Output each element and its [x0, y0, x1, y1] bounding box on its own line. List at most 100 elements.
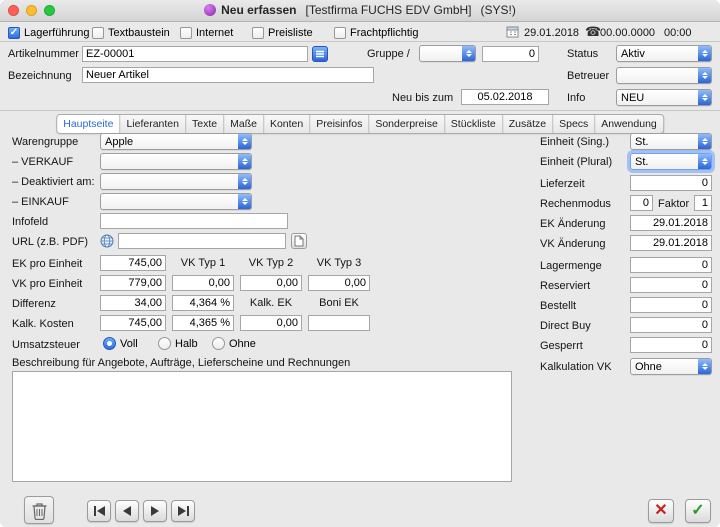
vk-typ1-header: VK Typ 1: [172, 257, 234, 270]
lieferzeit-input[interactable]: [630, 175, 712, 191]
beschreibung-textarea[interactable]: [12, 371, 512, 482]
green-check-icon: ✓: [691, 503, 704, 519]
umsatzsteuer-label: Umsatzsteuer: [12, 339, 80, 352]
radio-circle[interactable]: [103, 337, 116, 350]
radio-label: Voll: [120, 338, 138, 350]
vk-typ2-input[interactable]: [240, 275, 302, 291]
next-icon: [151, 506, 159, 516]
kalk-kosten-percent-input[interactable]: [172, 315, 234, 331]
einheit-plural-value: St.: [635, 156, 696, 168]
tab-specs[interactable]: Specs: [552, 115, 594, 133]
status-select[interactable]: Aktiv: [616, 45, 712, 62]
document-icon: [294, 235, 304, 247]
vk-pro-einheit-input[interactable]: [100, 275, 166, 291]
checkbox-box[interactable]: ✓: [180, 27, 192, 39]
tab-preisinfos[interactable]: Preisinfos: [309, 115, 368, 133]
ek-aenderung-input[interactable]: [630, 215, 712, 231]
artikelnummer-input[interactable]: [82, 46, 308, 62]
titlebar: Neu erfassen[Testfirma FUCHS EDV GmbH](S…: [0, 0, 720, 22]
neu-bis-zum-input[interactable]: [461, 89, 549, 105]
nav-last-button[interactable]: [171, 500, 195, 522]
info-select[interactable]: NEU: [616, 89, 712, 106]
confirm-button[interactable]: ✓: [685, 499, 711, 523]
checkbox-internet[interactable]: ✓ Internet: [180, 26, 233, 40]
vk-typ1-input[interactable]: [172, 275, 234, 291]
kalk-kosten-input[interactable]: [100, 315, 166, 331]
nav-next-button[interactable]: [143, 500, 167, 522]
gesperrt-label: Gesperrt: [540, 340, 583, 353]
radio-voll[interactable]: Voll: [103, 337, 138, 350]
vk-pro-einheit-label: VK pro Einheit: [12, 278, 82, 291]
differenz-input[interactable]: [100, 295, 166, 311]
warengruppe-select[interactable]: Apple: [100, 133, 252, 150]
warengruppe-label: Warengruppe: [12, 136, 78, 149]
window-sys-tag: (SYS!): [481, 3, 516, 17]
artikelnummer-label: Artikelnummer: [8, 48, 79, 61]
faktor-label: Faktor: [658, 198, 689, 211]
vk-aenderung-input[interactable]: [630, 235, 712, 251]
differenz-percent-input[interactable]: [172, 295, 234, 311]
skip-first-icon: [94, 506, 96, 516]
cancel-button[interactable]: ✕: [648, 499, 674, 523]
radio-halb[interactable]: Halb: [158, 337, 198, 350]
artikel-lookup-button[interactable]: [312, 46, 328, 62]
checkbox-box[interactable]: ✓: [92, 27, 104, 39]
checkbox-preisliste[interactable]: ✓ Preisliste: [252, 26, 313, 40]
kalkulation-vk-select[interactable]: Ohne: [630, 358, 712, 375]
tab-sonderpreise[interactable]: Sonderpreise: [368, 115, 443, 133]
direct-buy-label: Direct Buy: [540, 320, 591, 333]
gruppe-select[interactable]: [419, 45, 476, 62]
einkauf-select[interactable]: [100, 193, 252, 210]
kalk-ek-input[interactable]: [240, 315, 302, 331]
reserviert-input[interactable]: [630, 277, 712, 293]
bestellt-label: Bestellt: [540, 300, 576, 313]
direct-buy-input[interactable]: [630, 317, 712, 333]
tab-stueckliste[interactable]: Stückliste: [444, 115, 502, 133]
gesperrt-input[interactable]: [630, 337, 712, 353]
kalkulation-vk-label: Kalkulation VK: [540, 361, 612, 374]
faktor-input[interactable]: [694, 195, 712, 211]
tab-zusaetze[interactable]: Zusätze: [502, 115, 552, 133]
bestellt-input[interactable]: [630, 297, 712, 313]
checkbox-lagerfuehrung[interactable]: ✓ Lagerführung: [8, 26, 89, 40]
vk-typ3-input[interactable]: [308, 275, 370, 291]
boni-ek-header: Boni EK: [308, 297, 370, 310]
lagermenge-input[interactable]: [630, 257, 712, 273]
einheit-plural-select[interactable]: St.: [630, 153, 712, 170]
tab-texte[interactable]: Texte: [185, 115, 223, 133]
checkbox-box[interactable]: ✓: [252, 27, 264, 39]
verkauf-select[interactable]: [100, 153, 252, 170]
betreuer-label: Betreuer: [567, 70, 609, 83]
nav-first-button[interactable]: [87, 500, 111, 522]
checkbox-frachtpflichtig[interactable]: ✓ Frachtpflichtig: [334, 26, 418, 40]
rechenmodus-input[interactable]: [630, 195, 653, 211]
einheit-sing-select[interactable]: St.: [630, 133, 712, 150]
betreuer-select[interactable]: [616, 67, 712, 84]
ek-pro-einheit-input[interactable]: [100, 255, 166, 271]
vk-aenderung-label: VK Änderung: [540, 238, 605, 251]
url-open-button[interactable]: [291, 233, 307, 249]
checkbox-box[interactable]: ✓: [8, 27, 20, 39]
tab-lieferanten[interactable]: Lieferanten: [119, 115, 185, 133]
checkbox-box[interactable]: ✓: [334, 27, 346, 39]
gruppe-count-input[interactable]: [482, 46, 539, 62]
chevron-updown-icon: [462, 46, 475, 61]
checkbox-textbaustein[interactable]: ✓ Textbaustein: [92, 26, 170, 40]
radio-circle[interactable]: [158, 337, 171, 350]
warengruppe-value: Apple: [105, 136, 236, 148]
radio-ohne[interactable]: Ohne: [212, 337, 256, 350]
tab-anwendung[interactable]: Anwendung: [594, 115, 662, 133]
radio-circle[interactable]: [212, 337, 225, 350]
tab-hauptseite[interactable]: Hauptseite: [57, 115, 119, 133]
tab-masse[interactable]: Maße: [223, 115, 263, 133]
url-input[interactable]: [118, 233, 286, 249]
info-value: NEU: [621, 92, 696, 104]
delete-record-button[interactable]: [24, 496, 54, 524]
deaktiviert-am-select[interactable]: [100, 173, 252, 190]
nav-prev-button[interactable]: [115, 500, 139, 522]
boni-ek-input[interactable]: [308, 315, 370, 331]
left-triangle-icon: [97, 506, 105, 516]
infofeld-input[interactable]: [100, 213, 288, 229]
bezeichnung-input[interactable]: [82, 67, 374, 83]
tab-konten[interactable]: Konten: [263, 115, 309, 133]
